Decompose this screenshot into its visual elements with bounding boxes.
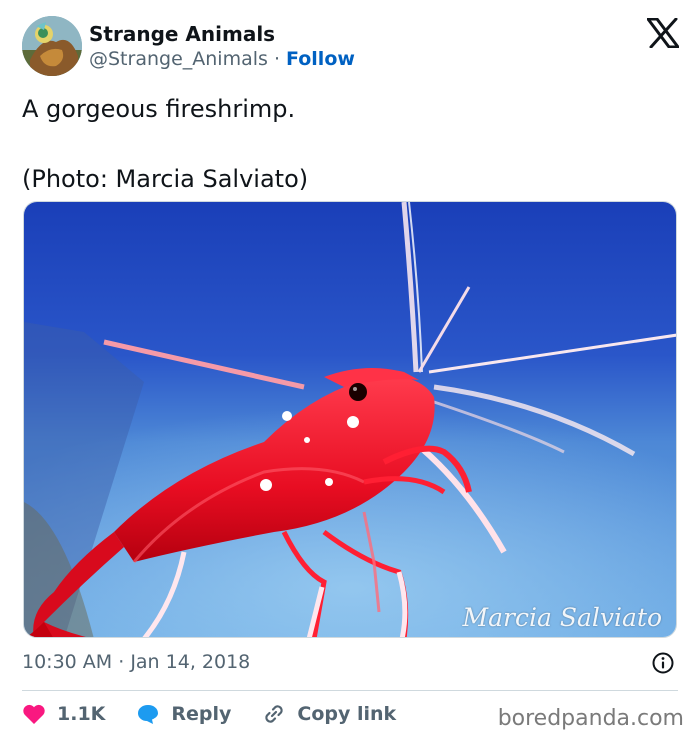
author-block: Strange Animals @Strange_Animals · Follo… [89,22,355,71]
avatar[interactable] [22,16,82,76]
handle-separator: · [267,48,287,70]
tweet-timestamp[interactable]: 10:30 AM · Jan 14, 2018 [22,651,250,673]
author-handle[interactable]: @Strange_Animals [89,48,268,70]
x-logo-icon[interactable] [646,17,680,49]
source-watermark: boredpanda.com [497,706,684,731]
divider [22,690,678,691]
author-handle-line: @Strange_Animals · Follow [89,47,355,71]
reply-bubble-icon [138,705,159,724]
tweet-line: A gorgeous fireshrimp. [22,95,296,123]
follow-button[interactable]: Follow [286,48,355,70]
tweet-line: (Photo: Marcia Salviato) [22,165,309,193]
copy-link-label: Copy link [297,703,397,725]
action-bar: 1.1K Reply Copy link [22,702,427,726]
info-icon[interactable] [652,652,674,674]
heart-icon [23,704,45,724]
like-count: 1.1K [57,703,106,725]
like-button[interactable]: 1.1K [22,703,105,725]
tweet-photo[interactable]: Marcia Salviato [23,201,677,638]
tweet-date: Jan 14, 2018 [130,651,251,673]
meta-dot: · [112,651,131,673]
photo-watermark: Marcia Salviato [462,603,662,632]
tweet-time: 10:30 AM [22,651,113,673]
avatar-image [22,16,82,76]
copy-link-button[interactable]: Copy link [262,702,396,726]
reply-button[interactable]: Reply [136,703,231,725]
reply-label: Reply [171,703,232,725]
link-icon [265,705,284,723]
fireshrimp-image [24,202,676,637]
author-name[interactable]: Strange Animals [89,22,355,46]
tweet-text: A gorgeous fireshrimp. (Photo: Marcia Sa… [22,92,672,197]
